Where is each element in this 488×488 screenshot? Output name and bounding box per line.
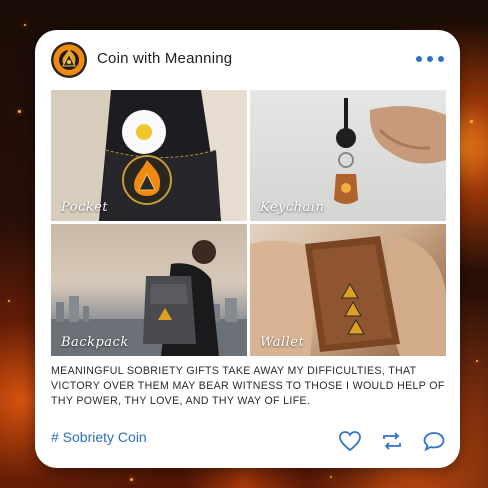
ember xyxy=(470,120,473,123)
tile-label: Wallet xyxy=(260,335,305,350)
photo-wallet[interactable]: Wallet xyxy=(250,224,446,356)
tile-label: Backpack xyxy=(61,335,129,350)
avatar[interactable] xyxy=(51,42,87,78)
repost-icon[interactable] xyxy=(380,430,404,452)
photo-backpack[interactable]: Backpack xyxy=(51,224,247,356)
dot xyxy=(438,56,444,62)
dot xyxy=(416,56,422,62)
post-header: Coin with Meanning xyxy=(51,42,444,80)
photo-keychain[interactable]: Keychain xyxy=(250,90,446,221)
daisy-icon xyxy=(122,110,166,154)
comment-icon[interactable] xyxy=(422,430,446,452)
ember xyxy=(18,110,21,113)
heart-icon[interactable] xyxy=(338,430,362,452)
ember xyxy=(476,360,478,362)
more-dots-icon[interactable] xyxy=(416,56,444,62)
post-card: Coin with Meanning Pocket Keychain Backp… xyxy=(35,30,460,468)
post-actions xyxy=(338,430,446,452)
post-caption: MEANINGFUL SOBRIETY GIFTS TAKE AWAY MY D… xyxy=(51,365,445,407)
post-title: Coin with Meanning xyxy=(97,50,233,67)
tile-label: Keychain xyxy=(260,200,325,215)
hashtag-link[interactable]: # Sobriety Coin xyxy=(51,429,147,445)
coin-logo-icon xyxy=(62,49,76,67)
ember xyxy=(130,478,133,481)
ember xyxy=(24,24,26,26)
ember xyxy=(330,476,332,478)
photo-grid: Pocket Keychain Backpack Wallet xyxy=(51,90,446,356)
photo-pocket[interactable]: Pocket xyxy=(51,90,247,221)
dot xyxy=(427,56,433,62)
ember xyxy=(8,300,10,302)
tile-label: Pocket xyxy=(61,200,109,215)
